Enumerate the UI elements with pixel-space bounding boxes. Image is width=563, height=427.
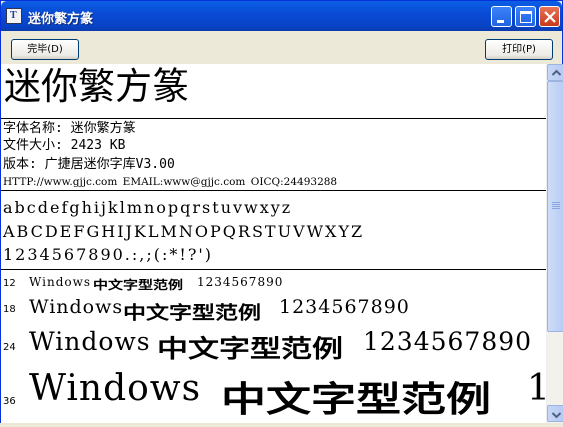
digits-sample: 1 xyxy=(527,368,546,409)
close-button[interactable] xyxy=(539,6,560,27)
size-label: 18 xyxy=(3,304,16,315)
size-label: 36 xyxy=(3,396,16,407)
latin-sample: Windows xyxy=(29,368,202,409)
grip-line xyxy=(552,208,560,209)
font-name-line: 字体名称: 迷你繁方篆 xyxy=(3,121,136,136)
minimize-button[interactable] xyxy=(491,6,512,27)
size-label: 24 xyxy=(3,342,16,353)
size-label: 12 xyxy=(3,278,16,289)
digits-sample: 1234567890 xyxy=(363,327,533,356)
scroll-up-button[interactable] xyxy=(547,64,563,81)
maximize-button[interactable] xyxy=(515,6,536,27)
seal-sample: 中文字型范例 xyxy=(157,335,343,364)
uppercase-sample: ABCDEFGHIJKLMNOPQRSTUVWXYZ xyxy=(3,222,365,241)
divider xyxy=(1,118,546,119)
maximize-icon xyxy=(520,11,532,23)
arrow-down-icon xyxy=(551,412,562,419)
seal-sample: 中文字型范例 xyxy=(221,378,492,421)
grip-line xyxy=(552,204,560,205)
print-button[interactable]: 打印(P) xyxy=(485,39,553,60)
font-preview-area: 迷你繁方篆 字体名称: 迷你繁方篆 文件大小: 2423 KB 版本: 广捷居迷… xyxy=(1,64,546,423)
window-title: 迷你繁方篆 xyxy=(28,12,94,27)
divider xyxy=(1,269,546,270)
latin-sample: Windows xyxy=(29,275,92,289)
scroll-down-button[interactable] xyxy=(547,405,563,422)
contact-line: HTTP://www.gjjc.com EMAIL:www@gjjc.com O… xyxy=(3,176,338,188)
font-file-icon[interactable]: T xyxy=(6,8,22,24)
done-button[interactable]: 完毕(D) xyxy=(11,39,79,60)
title-bar[interactable]: T 迷你繁方篆 xyxy=(1,1,562,31)
grip-line xyxy=(552,206,560,207)
divider xyxy=(1,190,546,191)
lowercase-sample: abcdefghijklmnopqrstuvwxyz xyxy=(3,198,293,217)
font-display-name: 迷你繁方篆 xyxy=(4,65,189,108)
seal-sample: 中文字型范例 xyxy=(123,302,261,324)
grip-line xyxy=(552,202,560,203)
font-viewer-window: T 迷你繁方篆 完毕(D) 打印(P) 迷你繁方篆 字体名称: 迷你繁方篆 文件… xyxy=(0,0,563,423)
toolbar: 完毕(D) 打印(P) xyxy=(1,31,562,64)
version-line: 版本: 广捷居迷你字库V3.00 xyxy=(3,157,175,172)
file-size-line: 文件大小: 2423 KB xyxy=(3,138,126,153)
seal-sample: 中文字型范例 xyxy=(93,277,184,292)
scroll-thumb[interactable] xyxy=(547,81,563,332)
digits-sample: 1234567890 xyxy=(279,296,410,318)
icon-letter: T xyxy=(10,10,17,21)
arrow-up-icon xyxy=(551,69,562,76)
digits-sample: 1234567890 xyxy=(197,275,284,289)
latin-sample: Windows xyxy=(29,327,151,356)
close-icon xyxy=(544,11,556,23)
minimize-icon xyxy=(497,20,504,23)
digits-sample: 1234567890.:,;(:*!?') xyxy=(3,245,214,264)
latin-sample: Windows xyxy=(29,296,124,318)
vertical-scrollbar[interactable] xyxy=(546,64,563,423)
